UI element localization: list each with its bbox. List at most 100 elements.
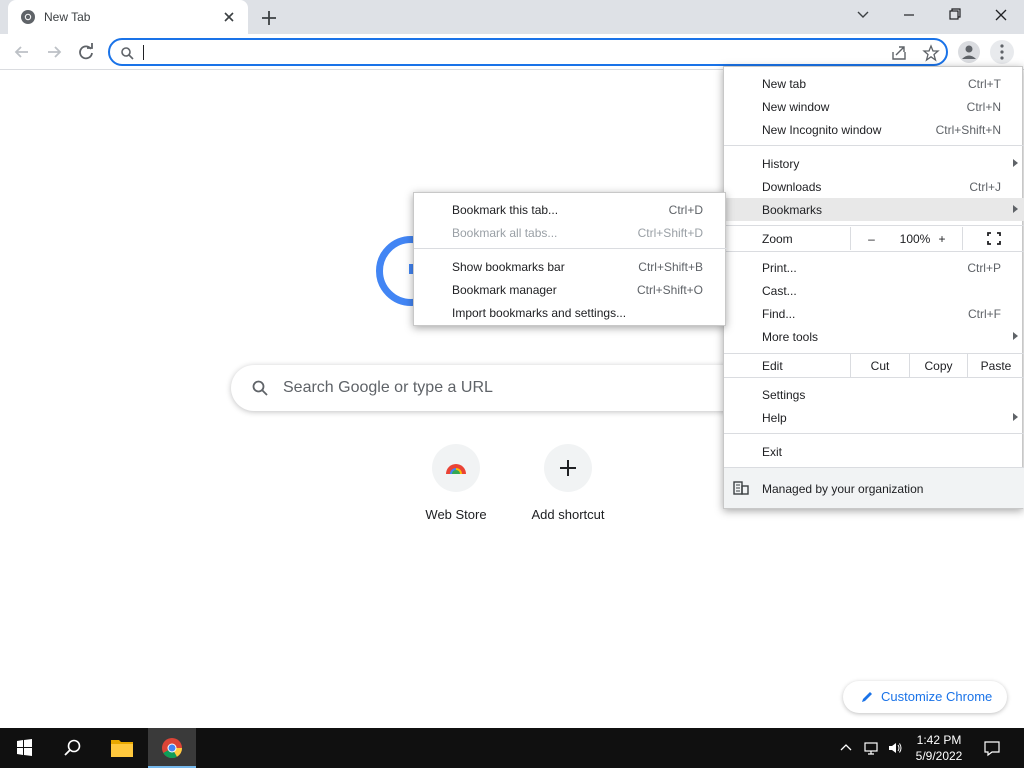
clock-time: 1:42 PM [916, 733, 962, 747]
copy-button[interactable]: Copy [909, 354, 967, 377]
tab-search-chevron-icon[interactable] [851, 5, 875, 25]
submenu-item-show-bookmarks-bar[interactable]: Show bookmarks bar Ctrl+Shift+B [414, 255, 727, 278]
zoom-out-button[interactable]: – [850, 227, 892, 250]
menu-separator [724, 433, 1024, 434]
fullscreen-button[interactable] [962, 227, 1024, 250]
text-cursor [143, 45, 144, 60]
submenu-item-import-bookmarks[interactable]: Import bookmarks and settings... [414, 301, 727, 324]
reload-icon[interactable] [75, 41, 97, 63]
chrome-menu: New tab Ctrl+T New window Ctrl+N New Inc… [723, 66, 1024, 509]
menu-item-bookmarks[interactable]: Bookmarks [724, 198, 1024, 221]
submenu-arrow-icon [1013, 413, 1018, 421]
tab-new-tab[interactable]: New Tab [8, 0, 248, 34]
notifications-icon[interactable] [983, 739, 1001, 757]
submenu-item-shortcut: Ctrl+Shift+D [637, 226, 703, 240]
search-placeholder: Search Google or type a URL [283, 379, 493, 396]
cut-button[interactable]: Cut [850, 354, 909, 377]
submenu-item-bookmark-tab[interactable]: Bookmark this tab... Ctrl+D [414, 198, 727, 221]
menu-item-label: Edit [762, 359, 783, 373]
network-icon[interactable] [863, 740, 879, 756]
menu-item-cast[interactable]: Cast... [724, 279, 1024, 302]
menu-item-label: New tab [762, 77, 807, 91]
zoom-in-button[interactable]: + [932, 232, 952, 246]
google-search-box[interactable]: Search Google or type a URL [231, 365, 791, 411]
menu-item-label: Cast... [762, 284, 797, 298]
chrome-favicon-icon [21, 10, 35, 24]
taskbar-search-button[interactable] [48, 728, 96, 768]
chrome-taskbar-button[interactable] [148, 728, 196, 768]
start-button[interactable] [0, 728, 48, 768]
browser-toolbar [0, 34, 1024, 70]
windows-logo-icon [17, 739, 32, 756]
web-store-icon [446, 464, 466, 474]
back-arrow-icon[interactable] [11, 41, 33, 63]
web-store-tile [432, 444, 480, 492]
forward-arrow-icon[interactable] [43, 41, 65, 63]
submenu-item-label: Bookmark this tab... [452, 203, 559, 217]
menu-item-find[interactable]: Find... Ctrl+F [724, 302, 1024, 325]
search-icon [121, 47, 134, 60]
menu-item-label: Bookmarks [762, 203, 823, 217]
search-icon [252, 380, 268, 396]
menu-separator [724, 377, 1024, 378]
menu-item-settings[interactable]: Settings [724, 383, 1024, 406]
submenu-item-label: Show bookmarks bar [452, 260, 565, 274]
menu-item-label: Settings [762, 388, 806, 402]
folder-icon [111, 740, 133, 757]
menu-item-new-window[interactable]: New window Ctrl+N [724, 95, 1024, 118]
plus-icon [560, 460, 576, 476]
menu-separator [414, 248, 727, 249]
menu-item-history[interactable]: History [724, 152, 1024, 175]
customize-label: Customize Chrome [881, 689, 993, 704]
menu-item-shortcut: Ctrl+N [966, 100, 1001, 114]
paste-button[interactable]: Paste [967, 354, 1024, 377]
menu-item-new-tab[interactable]: New tab Ctrl+T [724, 72, 1024, 95]
menu-item-downloads[interactable]: Downloads Ctrl+J [724, 175, 1024, 198]
submenu-item-label: Import bookmarks and settings... [452, 306, 627, 320]
menu-item-help[interactable]: Help [724, 406, 1024, 429]
menu-item-new-incognito[interactable]: New Incognito window Ctrl+Shift+N [724, 118, 1024, 141]
submenu-item-shortcut: Ctrl+Shift+O [636, 283, 703, 297]
minimize-icon[interactable] [897, 5, 921, 25]
submenu-arrow-icon [1013, 332, 1018, 340]
close-tab-icon[interactable] [221, 9, 237, 25]
menu-item-exit[interactable]: Exit [724, 440, 1024, 463]
menu-separator [724, 145, 1024, 146]
profile-avatar-icon[interactable] [958, 41, 980, 63]
bookmark-star-icon[interactable] [922, 44, 940, 62]
menu-item-label: Exit [762, 445, 783, 459]
search-icon [64, 739, 81, 756]
menu-item-shortcut: Ctrl+F [968, 307, 1001, 321]
chrome-menu-button[interactable] [990, 40, 1014, 64]
volume-icon[interactable] [887, 740, 903, 756]
menu-separator [724, 225, 1024, 226]
file-explorer-button[interactable] [98, 728, 146, 768]
close-window-icon[interactable] [989, 5, 1013, 25]
menu-item-label: History [762, 157, 800, 171]
new-tab-plus-icon[interactable] [258, 7, 280, 29]
shortcut-web-store[interactable]: Web Store [400, 444, 512, 534]
menu-item-label: New Incognito window [762, 123, 882, 137]
menu-item-print[interactable]: Print... Ctrl+P [724, 256, 1024, 279]
submenu-arrow-icon [1013, 205, 1018, 213]
system-clock[interactable]: 1:42 PM 5/9/2022 [905, 732, 973, 764]
share-icon[interactable] [890, 44, 908, 62]
menu-item-more-tools[interactable]: More tools [724, 325, 1024, 348]
address-bar[interactable] [108, 38, 948, 66]
chevron-up-icon[interactable] [838, 740, 854, 756]
menu-item-label: Print... [762, 261, 797, 275]
restore-icon[interactable] [943, 5, 967, 25]
submenu-item-bookmark-manager[interactable]: Bookmark manager Ctrl+Shift+O [414, 278, 727, 301]
menu-item-label: Zoom [762, 232, 793, 246]
submenu-item-shortcut: Ctrl+Shift+B [638, 260, 703, 274]
menu-item-zoom: Zoom – 100% + [724, 227, 1024, 250]
menu-separator [724, 251, 1024, 252]
shortcut-add[interactable]: Add shortcut [512, 444, 624, 534]
menu-item-edit: Edit Cut Copy Paste [724, 354, 1024, 377]
menu-item-managed[interactable]: Managed by your organization [724, 468, 1024, 508]
pencil-icon [862, 692, 872, 702]
customize-chrome-button[interactable]: Customize Chrome [843, 681, 1007, 713]
tab-strip: New Tab [0, 0, 1024, 34]
menu-item-label: Find... [762, 307, 796, 321]
windows-taskbar: 1:42 PM 5/9/2022 [0, 728, 1024, 768]
